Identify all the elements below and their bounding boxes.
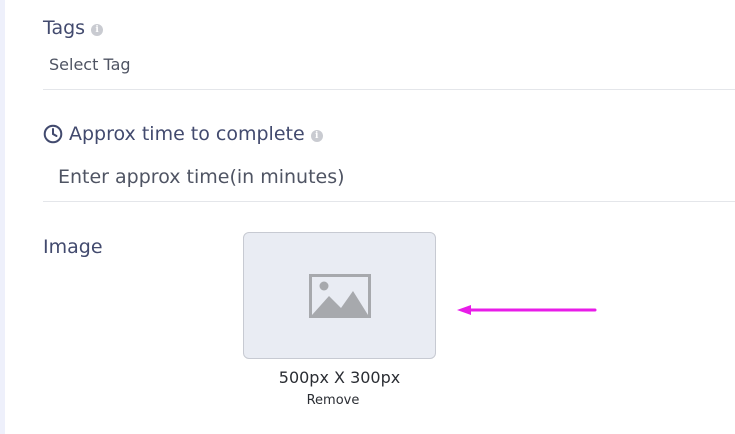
approx-time-input[interactable]: Enter approx time(in minutes) [58,166,345,188]
info-icon[interactable]: i [310,129,323,142]
left-rail [0,0,5,434]
approx-time-label: Approx time to complete i [43,123,323,145]
image-label-text: Image [43,236,103,258]
remove-image-link[interactable]: Remove [243,393,423,408]
image-upload-box[interactable] [243,232,436,359]
arrow-left-icon [457,305,597,315]
image-label: Image [43,236,103,258]
tags-label-text: Tags [43,17,86,39]
clock-icon [43,124,63,144]
tags-select[interactable]: Select Tag [49,55,131,74]
image-size-hint: 500px X 300px [278,368,401,387]
image-placeholder-icon [308,273,371,318]
approx-time-label-text: Approx time to complete [69,123,305,145]
divider [43,201,735,202]
tags-label: Tags i [43,17,104,39]
info-icon[interactable]: i [91,23,104,36]
divider [43,89,735,90]
